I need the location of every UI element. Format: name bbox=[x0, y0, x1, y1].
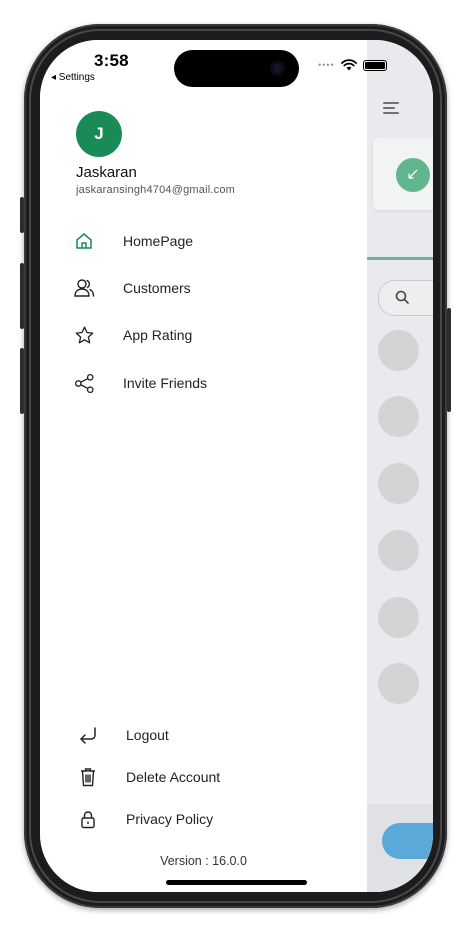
avatar: J bbox=[76, 111, 122, 157]
search-icon bbox=[395, 290, 409, 304]
wifi-icon bbox=[340, 59, 357, 71]
status-icons: •••• bbox=[318, 58, 387, 72]
menu-item-invite-friends[interactable]: Invite Friends bbox=[73, 369, 353, 397]
volume-up-button bbox=[20, 263, 24, 329]
list-item-avatar bbox=[378, 463, 419, 504]
list-item-avatar bbox=[378, 663, 419, 704]
arrow-down-left-icon: ↙ bbox=[396, 158, 430, 192]
list-item-avatar bbox=[378, 330, 419, 371]
home-indicator[interactable] bbox=[166, 880, 307, 885]
star-icon bbox=[73, 324, 95, 346]
privacy-policy-label: Privacy Policy bbox=[126, 811, 214, 827]
list-item-avatar bbox=[378, 530, 419, 571]
status-time: 3:58 bbox=[94, 51, 129, 70]
customers-icon bbox=[73, 277, 95, 299]
action-button bbox=[20, 197, 24, 233]
volume-down-button bbox=[20, 348, 24, 414]
camera-icon bbox=[270, 61, 285, 76]
menu-item-customers[interactable]: Customers bbox=[73, 274, 353, 302]
app-version: Version : 16.0.0 bbox=[160, 854, 247, 868]
home-icon bbox=[73, 230, 95, 252]
privacy-policy-button[interactable]: Privacy Policy bbox=[73, 805, 353, 833]
add-button[interactable] bbox=[382, 823, 433, 859]
menu-item-label: HomePage bbox=[123, 233, 194, 249]
logout-icon bbox=[77, 724, 99, 746]
menu-item-label: Invite Friends bbox=[123, 375, 208, 391]
trash-icon bbox=[77, 766, 99, 788]
delete-account-label: Delete Account bbox=[126, 769, 221, 785]
menu-item-homepage[interactable]: HomePage bbox=[73, 227, 353, 255]
active-tab-indicator bbox=[367, 257, 433, 260]
user-email: jaskaransingh4704@gmail.com bbox=[76, 184, 236, 196]
battery-icon bbox=[362, 59, 387, 71]
lock-icon bbox=[77, 808, 99, 830]
menu-item-label: Customers bbox=[123, 280, 191, 296]
dynamic-island bbox=[174, 50, 299, 87]
back-to-settings-link[interactable]: ◂ Settings bbox=[51, 72, 95, 83]
signal-icon: •••• bbox=[318, 60, 335, 70]
background-app: ↙ bbox=[367, 40, 433, 892]
logout-label: Logout bbox=[126, 727, 169, 743]
navigation-drawer: 3:58 ◂ Settings •••• J Jaskaran jaskaran… bbox=[40, 40, 387, 892]
user-name: Jaskaran bbox=[76, 164, 137, 181]
logout-button[interactable]: Logout bbox=[73, 721, 353, 749]
list-item-avatar bbox=[378, 597, 419, 638]
menu-item-label: App Rating bbox=[123, 327, 193, 343]
menu-item-app-rating[interactable]: App Rating bbox=[73, 321, 353, 349]
share-icon bbox=[73, 372, 95, 394]
hamburger-menu-icon[interactable] bbox=[383, 102, 399, 114]
list-item-avatar bbox=[378, 396, 419, 437]
screen: ↙ 3:58 ◂ Settings •••• J Jaskaran jaskar… bbox=[40, 40, 433, 892]
power-button bbox=[447, 308, 451, 412]
delete-account-button[interactable]: Delete Account bbox=[73, 763, 353, 791]
